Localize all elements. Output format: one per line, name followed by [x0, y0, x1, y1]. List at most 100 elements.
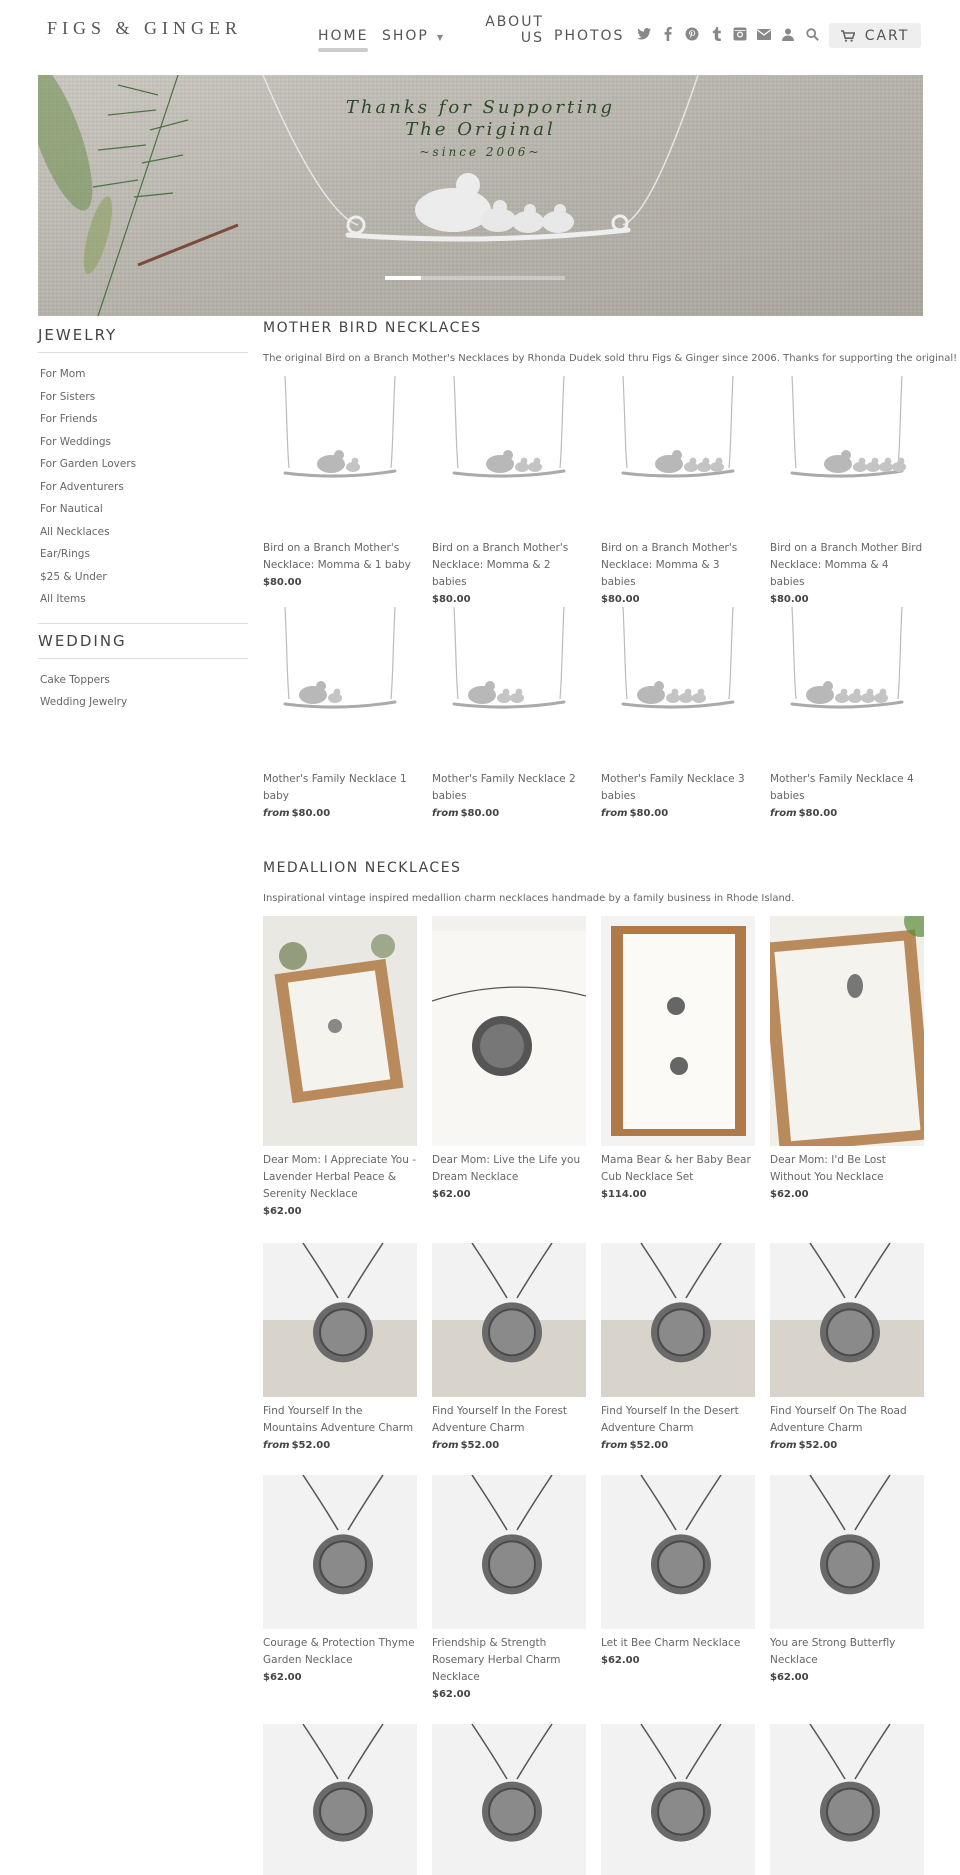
nav-shop[interactable]: SHOP ▼	[382, 28, 443, 44]
product-thumb[interactable]	[432, 1724, 586, 1875]
banner-dot[interactable]	[457, 276, 493, 280]
product-thumb[interactable]	[263, 607, 417, 765]
banner-dot[interactable]	[421, 276, 457, 280]
product-name[interactable]: Courage & Protection Thyme Garden Neckla…	[263, 1635, 417, 1669]
product-card[interactable]	[601, 1724, 755, 1875]
product-card[interactable]: You are Strong Butterfly Necklace $62.00	[770, 1475, 924, 1686]
product-card[interactable]: Mother's Family Necklace 4 babies from $80…	[770, 607, 924, 822]
product-name[interactable]: Friendship & Strength Rosemary Herbal Ch…	[432, 1635, 586, 1686]
product-thumb[interactable]	[601, 376, 755, 534]
site-logo[interactable]: FIGS & GINGER	[47, 18, 242, 39]
sidebar-item[interactable]: For Weddings	[40, 431, 248, 454]
product-card[interactable]	[432, 1724, 586, 1875]
product-card[interactable]: Mother's Family Necklace 2 babies from $80…	[432, 607, 586, 822]
instagram-icon[interactable]	[732, 26, 748, 42]
sidebar-item[interactable]: For Sisters	[40, 386, 248, 409]
product-card[interactable]: Mother's Family Necklace 3 babies from $80…	[601, 607, 755, 822]
product-thumb[interactable]	[601, 1243, 755, 1397]
product-name[interactable]: Find Yourself In the Forest Adventure Ch…	[432, 1403, 586, 1437]
product-card[interactable]	[770, 1724, 924, 1875]
product-name[interactable]: Bird on a Branch Mother's Necklace: Momm…	[263, 540, 417, 574]
product-thumb[interactable]	[263, 376, 417, 534]
product-name[interactable]: Dear Mom: I'd Be Lost Without You Neckla…	[770, 1152, 924, 1186]
sidebar-item[interactable]: Wedding Jewelry	[40, 691, 248, 714]
product-thumb[interactable]	[770, 376, 924, 534]
sidebar-item[interactable]: All Necklaces	[40, 521, 248, 544]
product-card[interactable]: Bird on a Branch Mother's Necklace: Momm…	[432, 376, 586, 608]
sidebar-item[interactable]: For Friends	[40, 408, 248, 431]
facebook-icon[interactable]	[660, 26, 676, 42]
product-thumb[interactable]	[432, 376, 586, 534]
product-name[interactable]: Bird on a Branch Mother's Necklace: Momm…	[432, 540, 586, 591]
product-thumb[interactable]	[770, 607, 924, 765]
product-thumb[interactable]	[263, 1724, 417, 1875]
product-card[interactable]: Let it Bee Charm Necklace $62.00	[601, 1475, 755, 1669]
sidebar-item[interactable]: For Adventurers	[40, 476, 248, 499]
banner-dot[interactable]	[529, 276, 565, 280]
tumblr-icon[interactable]	[708, 26, 724, 42]
nav-home[interactable]: HOME	[318, 28, 368, 44]
pinterest-icon[interactable]	[684, 26, 700, 42]
product-thumb[interactable]	[263, 1243, 417, 1397]
product-name[interactable]: You are Strong Butterfly Necklace	[770, 1635, 924, 1669]
product-name[interactable]: Mama Bear & her Baby Bear Cub Necklace S…	[601, 1152, 755, 1186]
product-card[interactable]	[263, 1724, 417, 1875]
product-card[interactable]: Dear Mom: I'd Be Lost Without You Neckla…	[770, 916, 924, 1203]
product-card[interactable]: Find Yourself On The Road Adventure Char…	[770, 1243, 924, 1454]
product-card[interactable]: Bird on a Branch Mother's Necklace: Momm…	[601, 376, 755, 608]
product-card[interactable]: Find Yourself In the Desert Adventure Ch…	[601, 1243, 755, 1454]
sidebar-item[interactable]: For Nautical	[40, 498, 248, 521]
product-card[interactable]: Find Yourself In the Forest Adventure Ch…	[432, 1243, 586, 1454]
product-thumb[interactable]	[432, 1243, 586, 1397]
product-thumb[interactable]	[263, 1475, 417, 1629]
product-card[interactable]: Friendship & Strength Rosemary Herbal Ch…	[432, 1475, 586, 1703]
product-card[interactable]: Courage & Protection Thyme Garden Neckla…	[263, 1475, 417, 1686]
hero-banner[interactable]: Thanks for Supporting The Original ~sinc…	[38, 75, 923, 316]
product-name[interactable]: Mother's Family Necklace 2 babies	[432, 771, 586, 805]
product-thumb[interactable]	[601, 1475, 755, 1629]
product-thumb[interactable]	[432, 607, 586, 765]
product-name[interactable]: Mother's Family Necklace 4 babies	[770, 771, 924, 805]
product-card[interactable]: Dear Mom: I Appreciate You - Lavender He…	[263, 916, 417, 1220]
product-card[interactable]: Mama Bear & her Baby Bear Cub Necklace S…	[601, 916, 755, 1203]
product-card[interactable]: Find Yourself In the Mountains Adventure…	[263, 1243, 417, 1454]
banner-dot[interactable]	[493, 276, 529, 280]
product-thumb[interactable]	[601, 607, 755, 765]
sidebar-item[interactable]: For Mom	[40, 363, 248, 386]
product-thumb[interactable]	[770, 1475, 924, 1629]
product-name[interactable]: Mother's Family Necklace 3 babies	[601, 771, 755, 805]
product-card[interactable]: Dear Mom: Live the Life you Dream Neckla…	[432, 916, 586, 1203]
product-thumb[interactable]	[770, 1724, 924, 1875]
product-thumb[interactable]	[601, 916, 755, 1146]
banner-dot[interactable]	[385, 276, 421, 280]
product-name[interactable]: Find Yourself On The Road Adventure Char…	[770, 1403, 924, 1437]
product-name[interactable]: Find Yourself In the Desert Adventure Ch…	[601, 1403, 755, 1437]
product-thumb[interactable]	[432, 916, 586, 1146]
product-name[interactable]: Bird on a Branch Mother's Necklace: Momm…	[601, 540, 755, 591]
product-name[interactable]: Dear Mom: I Appreciate You - Lavender He…	[263, 1152, 417, 1203]
product-thumb[interactable]	[770, 916, 924, 1146]
cart-button[interactable]: CART	[829, 23, 921, 48]
product-name[interactable]: Bird on a Branch Mother Bird Necklace: M…	[770, 540, 924, 591]
sidebar-item[interactable]: Ear/Rings	[40, 543, 248, 566]
product-card[interactable]: Bird on a Branch Mother Bird Necklace: M…	[770, 376, 924, 608]
sidebar-item[interactable]: For Garden Lovers	[40, 453, 248, 476]
account-icon[interactable]	[780, 26, 796, 42]
email-icon[interactable]	[756, 26, 772, 42]
search-icon[interactable]	[804, 26, 820, 42]
sidebar-item[interactable]: $25 & Under	[40, 566, 248, 589]
product-thumb[interactable]	[601, 1724, 755, 1875]
sidebar-item[interactable]: All Items	[40, 588, 248, 611]
product-card[interactable]: Bird on a Branch Mother's Necklace: Momm…	[263, 376, 417, 591]
product-name[interactable]: Dear Mom: Live the Life you Dream Neckla…	[432, 1152, 586, 1186]
product-card[interactable]: Mother's Family Necklace 1 baby from $80.0…	[263, 607, 417, 822]
product-name[interactable]: Mother's Family Necklace 1 baby	[263, 771, 417, 805]
product-thumb[interactable]	[263, 916, 417, 1146]
nav-about-us[interactable]: ABOUT US	[484, 14, 544, 46]
product-thumb[interactable]	[770, 1243, 924, 1397]
twitter-icon[interactable]	[636, 26, 652, 42]
product-thumb[interactable]	[432, 1475, 586, 1629]
product-name[interactable]: Let it Bee Charm Necklace	[601, 1635, 755, 1652]
product-name[interactable]: Find Yourself In the Mountains Adventure…	[263, 1403, 417, 1437]
sidebar-item[interactable]: Cake Toppers	[40, 669, 248, 692]
